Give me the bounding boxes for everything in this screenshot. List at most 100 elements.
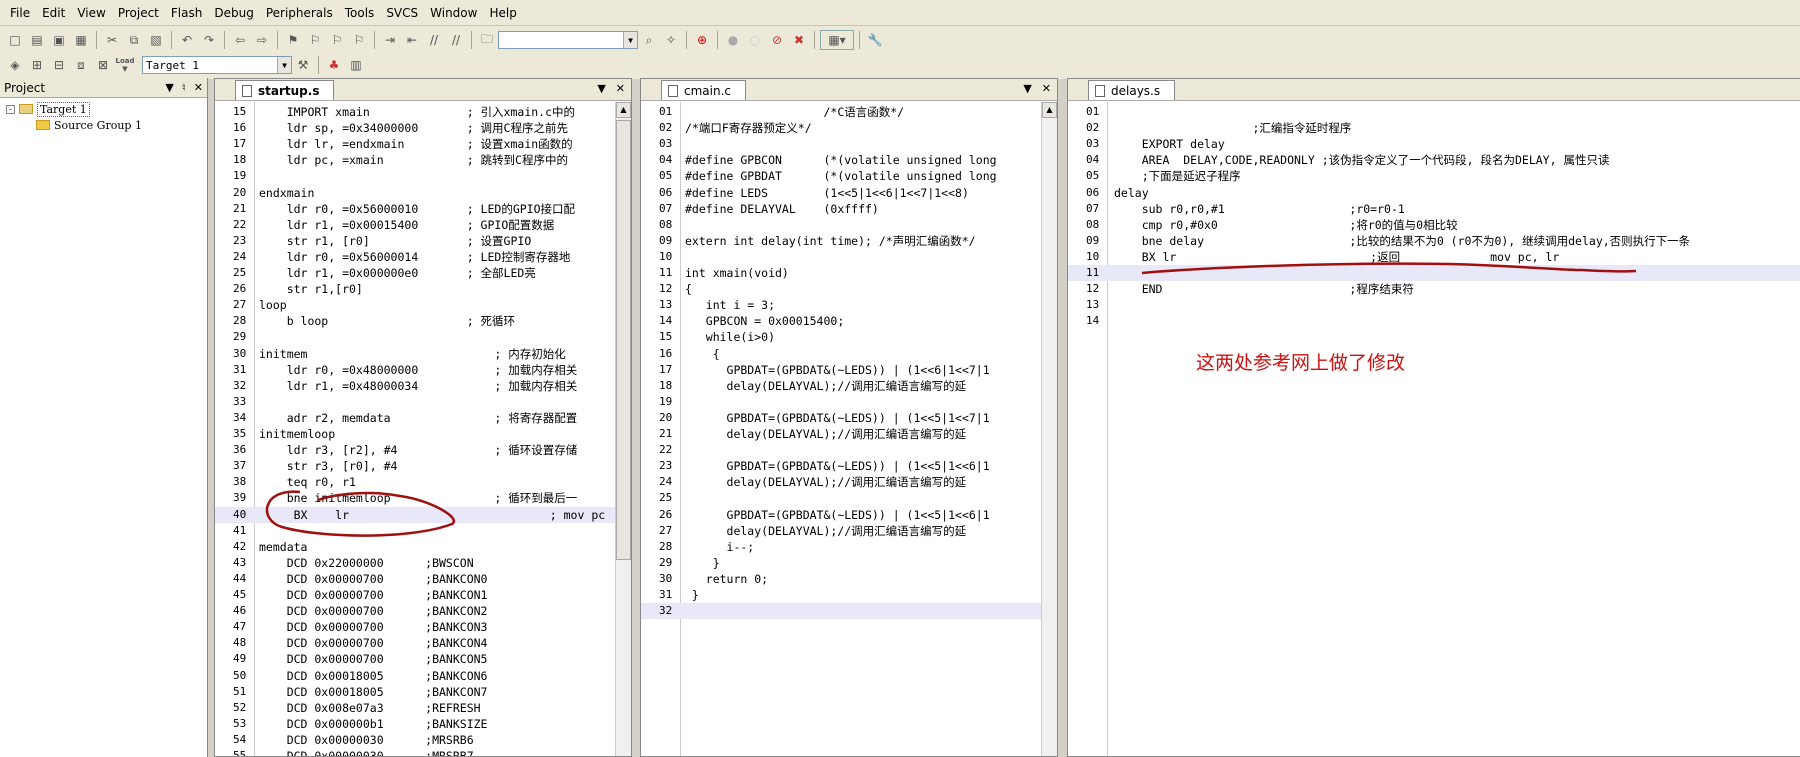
code-line[interactable]: 31 }: [641, 587, 1057, 603]
menu-help[interactable]: Help: [483, 0, 522, 26]
code-line[interactable]: 40 BX lr ; mov pc: [215, 506, 631, 523]
code-line[interactable]: 16 {: [641, 346, 1057, 362]
scroll-up-icon[interactable]: ▲: [616, 102, 631, 118]
menu-tools[interactable]: Tools: [339, 0, 381, 26]
manage-components-icon[interactable]: ♣: [324, 55, 344, 75]
undo-icon[interactable]: ↶: [177, 30, 197, 50]
code-line[interactable]: 19: [215, 168, 631, 184]
code-line[interactable]: 51 DCD 0x00018005 ;BANKCON7: [215, 684, 631, 700]
code-line[interactable]: 24 ldr r0, =0x56000014 ; LED控制寄存器地: [215, 249, 631, 265]
file-extensions-icon[interactable]: ▥: [346, 55, 366, 75]
menu-file[interactable]: File: [4, 0, 36, 26]
debug-session-icon[interactable]: ⊕: [692, 30, 712, 50]
code-line[interactable]: 04 AREA DELAY,CODE,READONLY ;该伪指令定义了一个代码…: [1068, 152, 1800, 168]
code-line[interactable]: 46 DCD 0x00000700 ;BANKCON2: [215, 603, 631, 619]
code-line[interactable]: 30 return 0;: [641, 571, 1057, 587]
code-line[interactable]: 44 DCD 0x00000700 ;BANKCON0: [215, 571, 631, 587]
close-icon[interactable]: ✕: [1042, 82, 1051, 95]
code-line[interactable]: 47 DCD 0x00000700 ;BANKCON3: [215, 619, 631, 635]
code-line[interactable]: 02 /*端口F寄存器预定义*/: [641, 120, 1057, 136]
code-line[interactable]: 16 ldr sp, =0x34000000 ; 调用C程序之前先: [215, 120, 631, 136]
uncomment-icon[interactable]: //: [446, 30, 466, 50]
breakpoint-kill-all-icon[interactable]: ✖: [789, 30, 809, 50]
code-line[interactable]: 10: [641, 249, 1057, 265]
build-icon[interactable]: ⊞: [27, 55, 47, 75]
code-line[interactable]: 06 delay: [1068, 185, 1800, 201]
nav-forward-icon[interactable]: ⇨: [252, 30, 272, 50]
tree-item-target[interactable]: - Target 1: [6, 101, 207, 117]
code-line[interactable]: 07 sub r0,r0,#1 ;r0=r0-1: [1068, 201, 1800, 217]
code-line[interactable]: 30 initmem ; 内存初始化: [215, 346, 631, 362]
code-line[interactable]: 45 DCD 0x00000700 ;BANKCON1: [215, 587, 631, 603]
code-line[interactable]: 15 IMPORT xmain ; 引入xmain.c中的: [215, 104, 631, 120]
menu-debug[interactable]: Debug: [208, 0, 259, 26]
code-line[interactable]: 29 }: [641, 555, 1057, 571]
menu-svcs[interactable]: SVCS: [380, 0, 424, 26]
code-line[interactable]: 10 BX lr ;返回 mov pc, lr: [1068, 249, 1800, 265]
window-layout-icon[interactable]: ▦▾: [820, 30, 854, 50]
target-options-icon[interactable]: ⚒: [293, 55, 313, 75]
new-file-icon[interactable]: □: [5, 30, 25, 50]
code-line[interactable]: 31 ldr r0, =0x48000000 ; 加载内存相关: [215, 362, 631, 378]
code-line[interactable]: 26 GPBDAT=(GPBDAT&(~LEDS)) | (1<<5|1<<6|…: [641, 507, 1057, 523]
clear-bookmarks-icon[interactable]: ⚐: [349, 30, 369, 50]
tree-item-source-group[interactable]: Source Group 1: [6, 117, 207, 133]
code-area[interactable]: 15 IMPORT xmain ; 引入xmain.c中的 16 ldr sp, …: [215, 102, 631, 756]
code-line[interactable]: 20 endxmain: [215, 185, 631, 201]
comment-icon[interactable]: //: [424, 30, 444, 50]
code-line[interactable]: 23 str r1, [r0] ; 设置GPIO: [215, 233, 631, 249]
code-line[interactable]: 14: [1068, 313, 1800, 329]
code-line[interactable]: 02 ;汇编指令延时程序: [1068, 120, 1800, 136]
code-line[interactable]: 21 delay(DELAYVAL);//调用汇编语言编写的延: [641, 426, 1057, 442]
translate-icon[interactable]: ◈: [5, 55, 25, 75]
menu-flash[interactable]: Flash: [165, 0, 208, 26]
code-line[interactable]: 12 END ;程序结束符: [1068, 281, 1800, 297]
open-file-icon[interactable]: ▤: [27, 30, 47, 50]
collapse-icon[interactable]: -: [6, 104, 15, 114]
code-line[interactable]: 25 ldr r1, =0x000000e0 ; 全部LED亮: [215, 265, 631, 281]
copy-icon[interactable]: ⧉: [124, 30, 144, 50]
code-line[interactable]: 21 ldr r0, =0x56000010 ; LED的GPIO接口配: [215, 201, 631, 217]
scroll-thumb[interactable]: [616, 120, 631, 560]
code-line[interactable]: 43 DCD 0x22000000 ;BWSCON: [215, 555, 631, 571]
code-line[interactable]: 36 ldr r3, [r2], #4 ; 循环设置存储: [215, 442, 631, 458]
configure-icon[interactable]: 🔧: [865, 30, 885, 50]
code-line[interactable]: 13: [1068, 297, 1800, 313]
menu-view[interactable]: View: [71, 0, 111, 26]
code-line[interactable]: 06 #define LEDS (1<<5|1<<6|1<<7|1<<8): [641, 185, 1057, 201]
cut-icon[interactable]: ✂: [102, 30, 122, 50]
code-line[interactable]: 29: [215, 329, 631, 345]
code-line[interactable]: 11: [1068, 265, 1800, 281]
editor-delays[interactable]: delays.s 01 02 ;汇编指令延时程序 03 EXPORT delay 04…: [1067, 78, 1800, 757]
indent-icon[interactable]: ⇥: [380, 30, 400, 50]
load-icon[interactable]: Load ▼: [115, 55, 135, 75]
next-bookmark-icon[interactable]: ⚐: [327, 30, 347, 50]
unindent-icon[interactable]: ⇤: [402, 30, 422, 50]
code-line[interactable]: 12 {: [641, 281, 1057, 297]
code-line[interactable]: 54 DCD 0x00000030 ;MRSRB6: [215, 732, 631, 748]
code-line[interactable]: 09 bne delay ;比较的结果不为0 (r0不为0), 继续调用dela…: [1068, 233, 1800, 249]
code-line[interactable]: 17 GPBDAT=(GPBDAT&(~LEDS)) | (1<<6|1<<7|…: [641, 362, 1057, 378]
code-line[interactable]: 05 #define GPBDAT (*(volatile unsigned lo…: [641, 168, 1057, 184]
close-icon[interactable]: ✕: [616, 82, 625, 95]
redo-icon[interactable]: ↷: [199, 30, 219, 50]
code-line[interactable]: 53 DCD 0x000000b1 ;BANKSIZE: [215, 716, 631, 732]
code-line[interactable]: 33: [215, 394, 631, 410]
code-line[interactable]: 15 while(i>0): [641, 329, 1057, 345]
code-line[interactable]: 25: [641, 490, 1057, 506]
code-line[interactable]: 37 str r3, [r0], #4: [215, 458, 631, 474]
breakpoint-disable-all-icon[interactable]: ⊘: [767, 30, 787, 50]
code-line[interactable]: 28 b loop ; 死循环: [215, 313, 631, 329]
code-line[interactable]: 50 DCD 0x00018005 ;BANKCON6: [215, 668, 631, 684]
code-area[interactable]: 01 /*C语言函数*/02/*端口F寄存器预定义*/03 04 #define G…: [641, 102, 1057, 756]
pin-icon[interactable]: ♮: [182, 81, 186, 94]
tab-delays[interactable]: delays.s: [1088, 80, 1176, 100]
code-line[interactable]: 03: [641, 136, 1057, 152]
code-line[interactable]: 07 #define DELAYVAL (0xffff): [641, 201, 1057, 217]
scroll-up-icon[interactable]: ▲: [1042, 102, 1057, 118]
batch-build-icon[interactable]: ⧈: [71, 55, 91, 75]
find-in-files-icon[interactable]: 🗀: [477, 30, 497, 50]
code-line[interactable]: 01: [1068, 104, 1800, 120]
code-line[interactable]: 05 ;下面是延迟子程序: [1068, 168, 1800, 184]
save-icon[interactable]: ▣: [49, 30, 69, 50]
